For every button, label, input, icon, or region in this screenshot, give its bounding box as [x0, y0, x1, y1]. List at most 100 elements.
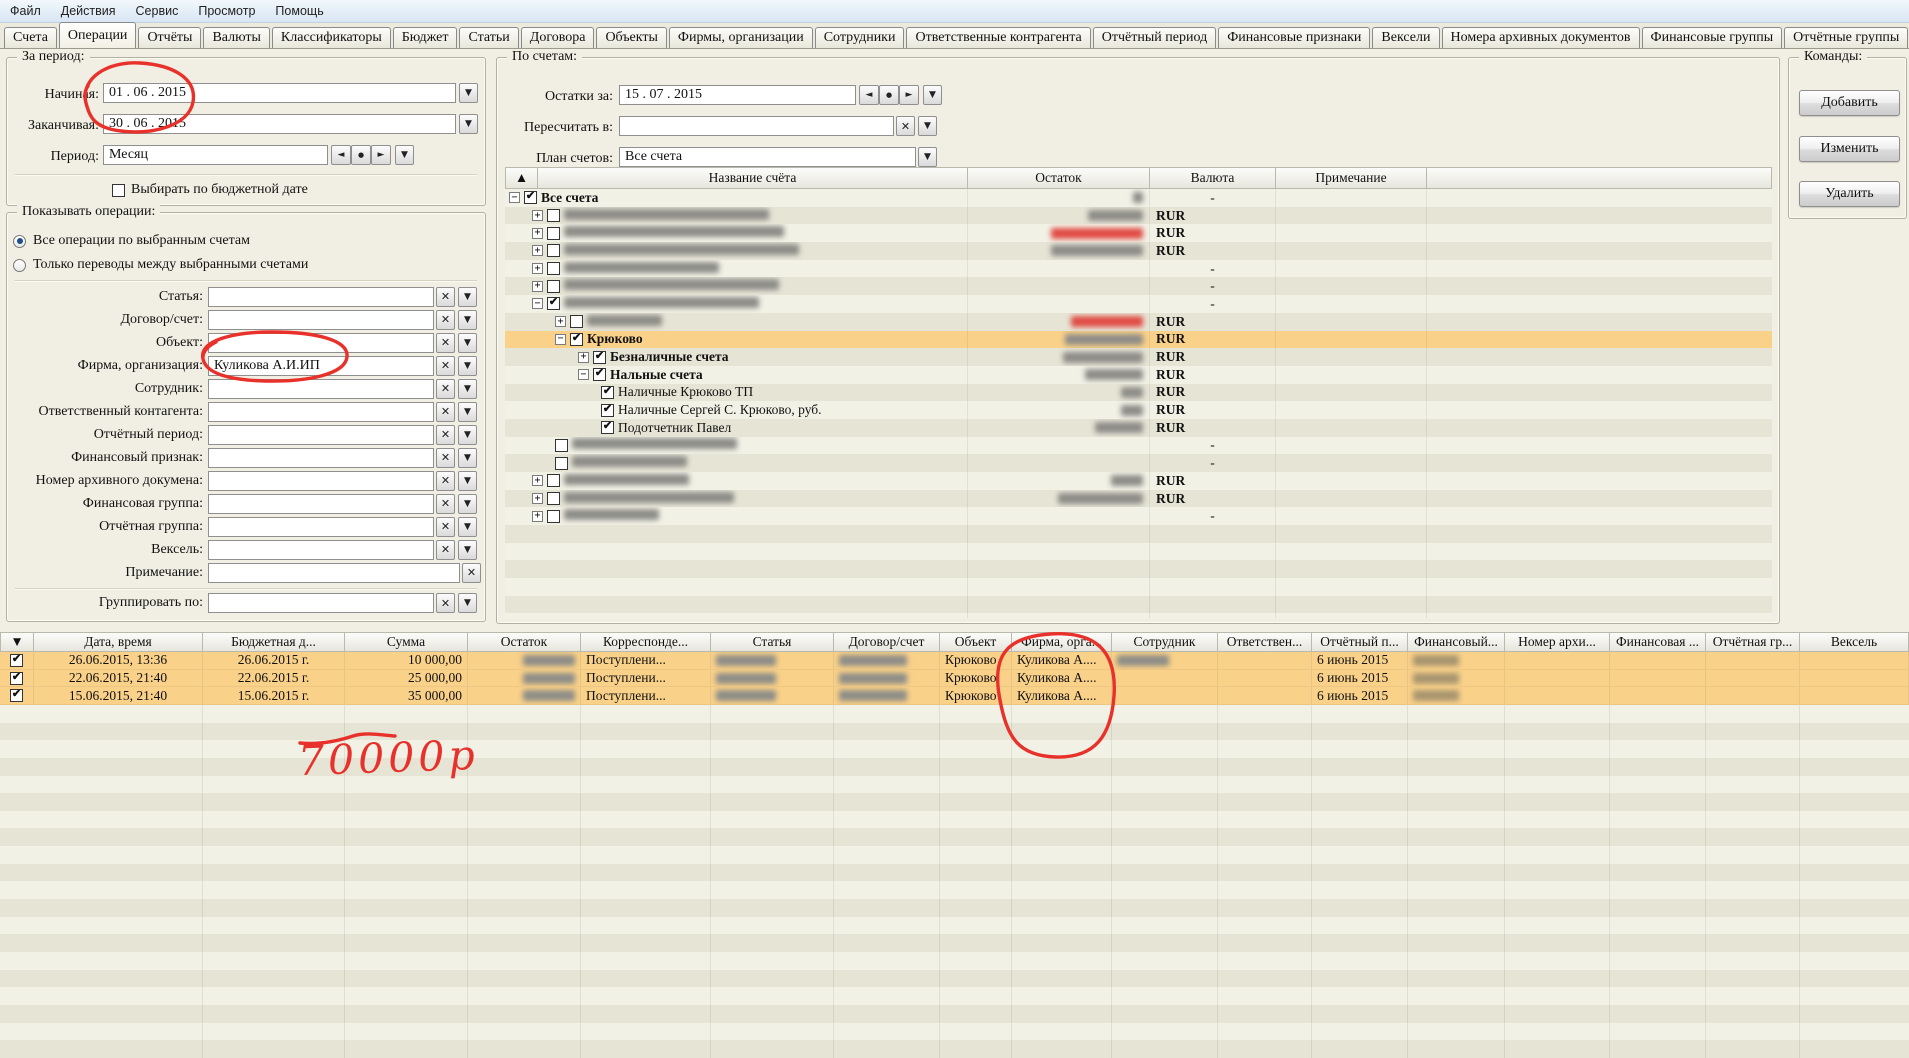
- account-tree-row[interactable]: + Безналичные счета RUR: [505, 348, 1772, 366]
- filter-input[interactable]: [208, 563, 460, 583]
- tab[interactable]: Валюты: [203, 27, 269, 48]
- period-current-button[interactable]: ●: [351, 145, 371, 165]
- ops-header-8[interactable]: Объект: [940, 632, 1012, 652]
- tree-expander-icon[interactable]: +: [532, 493, 543, 504]
- ops-header-6[interactable]: Статья: [711, 632, 834, 652]
- operation-row[interactable]: 26.06.2015, 13:3626.06.2015 г.10 000,00П…: [0, 652, 1909, 670]
- account-checkbox[interactable]: [547, 262, 560, 275]
- dropdown-icon[interactable]: ▼: [458, 379, 477, 399]
- delete-button[interactable]: Удалить: [1799, 181, 1900, 207]
- tab[interactable]: Статьи: [459, 27, 518, 48]
- tree-header-currency[interactable]: Валюта: [1150, 167, 1276, 189]
- clear-icon[interactable]: ✕: [436, 448, 455, 468]
- period-input[interactable]: Месяц: [103, 145, 328, 165]
- account-tree-row[interactable]: + RUR: [505, 472, 1772, 490]
- clear-icon[interactable]: ✕: [436, 356, 455, 376]
- tab[interactable]: Ответственные контрагента: [906, 27, 1090, 48]
- tab[interactable]: Отчётный период: [1093, 27, 1216, 48]
- tab[interactable]: Отчётные группы: [1784, 27, 1908, 48]
- edit-button[interactable]: Изменить: [1799, 136, 1900, 162]
- account-checkbox[interactable]: [555, 439, 568, 452]
- tree-expander-icon[interactable]: +: [532, 245, 543, 256]
- operation-row[interactable]: 15.06.2015, 21:4015.06.2015 г.35 000,00П…: [0, 687, 1909, 705]
- account-checkbox[interactable]: [547, 474, 560, 487]
- filter-input[interactable]: [208, 517, 434, 537]
- ops-header-14[interactable]: Номер архи...: [1505, 632, 1610, 652]
- clear-icon[interactable]: ✕: [436, 540, 455, 560]
- ops-header-12[interactable]: Отчётный п...: [1312, 632, 1408, 652]
- filter-input[interactable]: [208, 287, 434, 307]
- menu-item[interactable]: Файл: [0, 0, 51, 22]
- ops-header-7[interactable]: Договор/счет: [834, 632, 940, 652]
- tab[interactable]: Номера архивных документов: [1442, 27, 1640, 48]
- ops-sort-icon[interactable]: ▼: [0, 632, 34, 652]
- tree-header-balance[interactable]: Остаток: [968, 167, 1150, 189]
- tree-header-name[interactable]: Название счёта: [538, 167, 968, 189]
- filter-input[interactable]: [208, 379, 434, 399]
- account-checkbox[interactable]: [570, 315, 583, 328]
- filter-input[interactable]: [208, 471, 434, 491]
- clear-icon[interactable]: ✕: [436, 517, 455, 537]
- tree-expander-icon[interactable]: −: [532, 298, 543, 309]
- clear-icon[interactable]: ✕: [436, 471, 455, 491]
- account-checkbox[interactable]: [547, 492, 560, 505]
- tab[interactable]: Фирмы, организации: [669, 27, 813, 48]
- account-tree-row[interactable]: + -: [505, 277, 1772, 295]
- ops-header-16[interactable]: Отчётная гр...: [1706, 632, 1800, 652]
- account-checkbox[interactable]: [593, 351, 606, 364]
- dropdown-icon[interactable]: ▼: [458, 540, 477, 560]
- radio-icon[interactable]: [13, 259, 26, 272]
- end-date-dropdown-icon[interactable]: ▼: [459, 114, 478, 134]
- tree-expander-icon[interactable]: +: [532, 475, 543, 486]
- dropdown-icon[interactable]: ▼: [458, 356, 477, 376]
- group-by-input[interactable]: [208, 593, 434, 613]
- account-tree-row[interactable]: + -: [505, 260, 1772, 278]
- operation-row[interactable]: 22.06.2015, 21:4022.06.2015 г.25 000,00П…: [0, 670, 1909, 688]
- tab[interactable]: Договора: [521, 27, 595, 48]
- clear-icon[interactable]: ✕: [436, 593, 455, 613]
- account-tree-row[interactable]: + RUR: [505, 207, 1772, 225]
- start-date-dropdown-icon[interactable]: ▼: [459, 83, 478, 103]
- account-checkbox[interactable]: [601, 421, 614, 434]
- account-tree-row[interactable]: − -: [505, 295, 1772, 313]
- account-tree-row[interactable]: Подотчетник Павел RUR: [505, 419, 1772, 437]
- tab[interactable]: Классификаторы: [272, 27, 391, 48]
- account-tree-row[interactable]: -: [505, 437, 1772, 455]
- account-checkbox[interactable]: [547, 209, 560, 222]
- add-button[interactable]: Добавить: [1799, 90, 1900, 116]
- clear-icon[interactable]: ✕: [436, 402, 455, 422]
- filter-input[interactable]: [208, 402, 434, 422]
- account-tree-row[interactable]: Наличные Сергей С. Крюково, руб. RUR: [505, 401, 1772, 419]
- tree-expander-icon[interactable]: −: [555, 334, 566, 345]
- filter-input[interactable]: Куликова А.И.ИП: [208, 356, 434, 376]
- account-tree-row[interactable]: Наличные Крюково ТП RUR: [505, 384, 1772, 402]
- balance-current-button[interactable]: ●: [879, 85, 899, 105]
- filter-input[interactable]: [208, 540, 434, 560]
- clear-icon[interactable]: ✕: [462, 563, 481, 583]
- tab[interactable]: Объекты: [596, 27, 666, 48]
- tab[interactable]: Операции: [59, 22, 137, 48]
- ops-header-11[interactable]: Ответствен...: [1218, 632, 1312, 652]
- radio-option-all-operations[interactable]: Все операции по выбранным счетам: [13, 233, 250, 249]
- dropdown-icon[interactable]: ▼: [458, 287, 477, 307]
- dropdown-icon[interactable]: ▼: [458, 517, 477, 537]
- account-checkbox[interactable]: [601, 386, 614, 399]
- menu-item[interactable]: Действия: [51, 0, 126, 22]
- filter-input[interactable]: [208, 310, 434, 330]
- tab[interactable]: Отчёты: [138, 27, 201, 48]
- radio-option-transfers-only[interactable]: Только переводы между выбранными счетами: [13, 257, 308, 273]
- balance-dropdown-icon[interactable]: ▼: [923, 85, 942, 105]
- clear-icon[interactable]: ✕: [896, 116, 915, 136]
- account-checkbox[interactable]: [547, 227, 560, 240]
- account-checkbox[interactable]: [547, 510, 560, 523]
- account-tree-row[interactable]: − Крюково RUR: [505, 331, 1772, 349]
- account-checkbox[interactable]: [547, 297, 560, 310]
- tab[interactable]: Финансовые группы: [1642, 27, 1783, 48]
- radio-icon[interactable]: [13, 235, 26, 248]
- operation-checkbox[interactable]: [10, 654, 23, 667]
- dropdown-icon[interactable]: ▼: [458, 494, 477, 514]
- menu-item[interactable]: Просмотр: [188, 0, 265, 22]
- ops-header-9[interactable]: Фирма, орга...: [1012, 632, 1112, 652]
- ops-header-3[interactable]: Сумма: [345, 632, 468, 652]
- dropdown-icon[interactable]: ▼: [918, 116, 937, 136]
